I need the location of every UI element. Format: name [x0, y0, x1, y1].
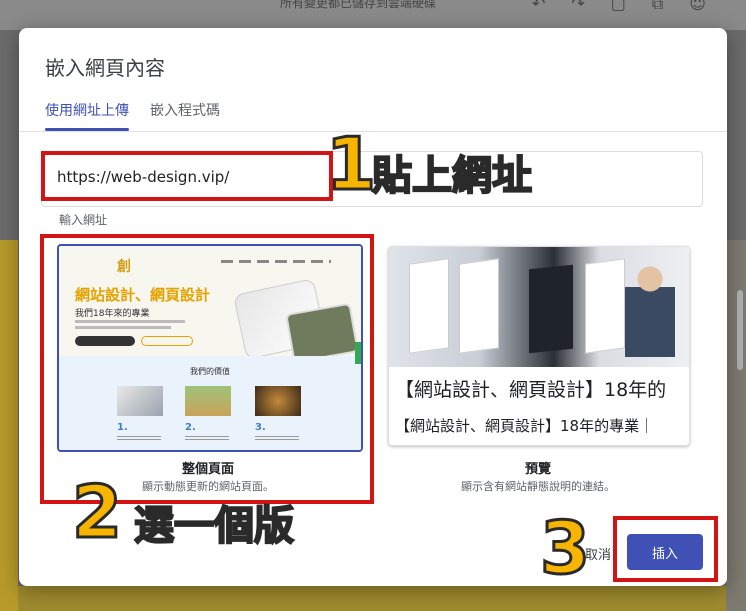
step-2-callout: 選一個版 [133, 503, 295, 549]
option-preview-description: 顯示含有網站靜態說明的連結。 [461, 480, 615, 493]
background-right-panel [726, 240, 746, 611]
dialog-title: 嵌入網頁內容 [45, 56, 165, 80]
step-1-number: 1 [324, 122, 377, 206]
app-toolbar: 所有變更都已儲存到雲端硬碟 ↶↷▢⧉☺ [0, 0, 746, 30]
tab-embed-code[interactable]: 嵌入程式碼 [150, 100, 220, 120]
url-input-label: 輸入網址 [59, 213, 108, 227]
preview-subtitle: 【網站設計、網頁設計】18年的專業｜ [395, 417, 655, 435]
preview-title: 【網站設計、網頁設計】18年的 [395, 379, 667, 401]
background-canvas-bottom [18, 586, 746, 611]
embed-dialog: 嵌入網頁內容 使用網址上傳 嵌入程式碼 https://web-design.v… [19, 28, 727, 586]
scrollbar[interactable] [737, 290, 743, 370]
preview-panel [585, 258, 625, 354]
preview-panel [409, 258, 449, 354]
save-status: 所有變更都已儲存到雲端硬碟 [280, 0, 437, 10]
highlight-url-box [41, 151, 333, 201]
preview-panel [529, 264, 573, 354]
step-3-number: 3 [538, 506, 591, 590]
insert-button[interactable]: 插入 [627, 534, 703, 570]
tab-url-upload[interactable]: 使用網址上傳 [45, 100, 129, 120]
toolbar-icons: ↶↷▢⧉☺ [531, 0, 732, 13]
preview-panel [459, 258, 499, 354]
highlight-full-page-box [40, 234, 374, 504]
step-1-callout: 貼上網址 [371, 153, 533, 199]
step-2-number: 2 [70, 470, 123, 554]
preview-image [389, 247, 689, 367]
option-preview-label: 預覽 [524, 462, 551, 477]
preview-person [625, 257, 675, 357]
background-canvas-left [0, 240, 18, 611]
option-preview[interactable]: 【網站設計、網頁設計】18年的 【網站設計、網頁設計】18年的專業｜ [388, 246, 690, 446]
